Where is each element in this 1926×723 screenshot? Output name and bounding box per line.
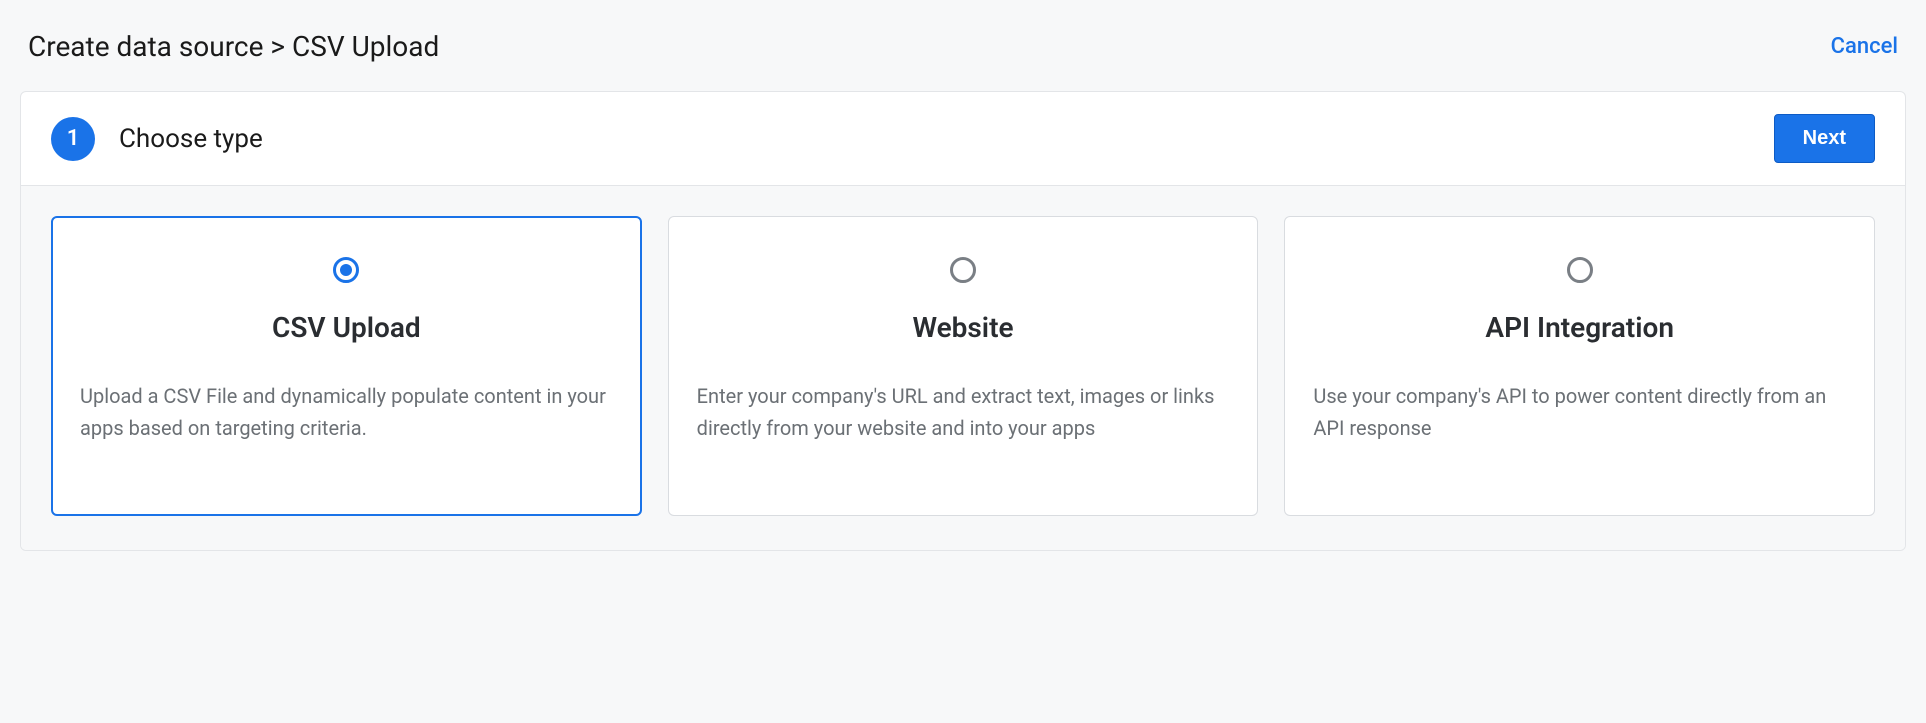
page-header: Create data source > CSV Upload Cancel: [20, 30, 1906, 63]
radio-icon: [697, 257, 1230, 283]
option-description: Upload a CSV File and dynamically popula…: [80, 380, 613, 444]
option-card-api-integration[interactable]: API Integration Use your company's API t…: [1284, 216, 1875, 516]
cancel-button[interactable]: Cancel: [1831, 34, 1898, 59]
step-title-group: 1 Choose type: [51, 117, 263, 161]
option-card-csv-upload[interactable]: CSV Upload Upload a CSV File and dynamic…: [51, 216, 642, 516]
step-panel: 1 Choose type Next CSV Upload Upload a C…: [20, 91, 1906, 551]
step-title: Choose type: [119, 124, 263, 154]
radio-icon: [1313, 257, 1846, 283]
breadcrumb: Create data source > CSV Upload: [28, 30, 439, 63]
option-title: Website: [697, 311, 1230, 344]
option-card-website[interactable]: Website Enter your company's URL and ext…: [668, 216, 1259, 516]
option-description: Enter your company's URL and extract tex…: [697, 380, 1230, 444]
options-row: CSV Upload Upload a CSV File and dynamic…: [21, 186, 1905, 550]
panel-header: 1 Choose type Next: [21, 92, 1905, 186]
option-title: CSV Upload: [80, 311, 613, 344]
step-number-badge: 1: [51, 117, 95, 161]
radio-icon: [80, 257, 613, 283]
next-button[interactable]: Next: [1774, 114, 1875, 163]
option-title: API Integration: [1313, 311, 1846, 344]
option-description: Use your company's API to power content …: [1313, 380, 1846, 444]
